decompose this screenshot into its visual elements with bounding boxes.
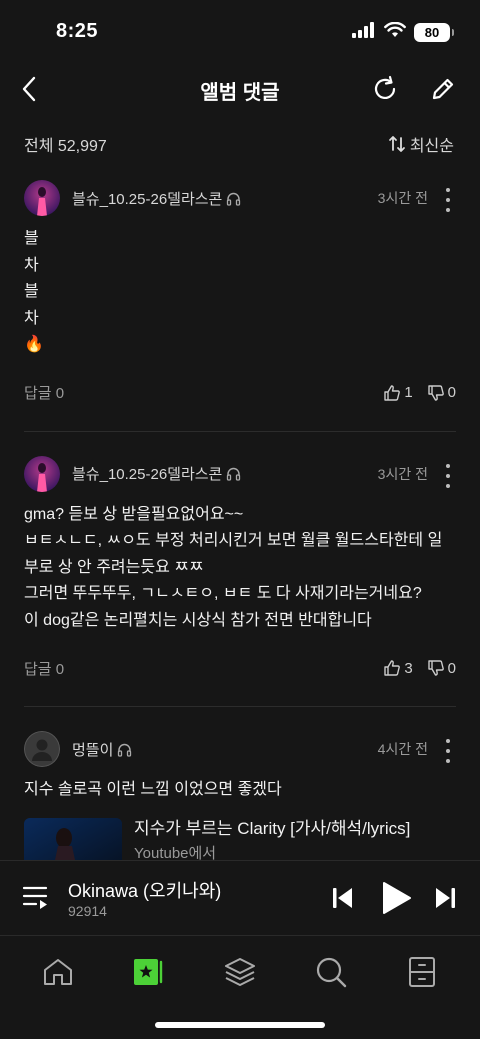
- comment-line: 차: [24, 256, 39, 274]
- home-indicator: [155, 1022, 325, 1028]
- comment-line: 블: [24, 283, 39, 300]
- sort-button[interactable]: 최신순: [388, 132, 454, 156]
- headphone-icon: [117, 742, 132, 757]
- sort-arrows-icon: [388, 136, 405, 152]
- comment-footer: 답글 0 3 0: [24, 648, 456, 688]
- write-comment-button[interactable]: [428, 74, 458, 104]
- like-count: 1: [404, 384, 413, 401]
- comment-line: 이 dog같은 논리펼치는 시상식 참가 전면 반대합니다: [24, 611, 372, 629]
- reply-button[interactable]: 답글 0: [24, 382, 64, 403]
- reply-button[interactable]: 답글 0: [24, 658, 64, 679]
- comment-header: 멍뜰이 4시간 전: [24, 731, 456, 767]
- like-button[interactable]: 1: [383, 384, 413, 402]
- comment-footer: 답글 0 1 0: [24, 373, 456, 413]
- thumbs-up-icon: [384, 384, 401, 401]
- cabinet-icon: [409, 957, 436, 987]
- refresh-button[interactable]: [370, 74, 400, 104]
- dislike-count: 0: [447, 659, 456, 677]
- comment-summary: 전체 52,997 최신순: [24, 130, 454, 158]
- default-avatar-icon: [24, 731, 60, 767]
- wifi-icon: [384, 21, 406, 43]
- nav-search[interactable]: [309, 950, 353, 994]
- next-track-icon: [436, 888, 455, 908]
- playlist-button[interactable]: [22, 885, 50, 911]
- thumbs-up-icon: [384, 660, 401, 676]
- comment-line: 부로 상 안 주려는듯요 ㅉㅉ: [24, 558, 204, 576]
- comment-time: 3시간 전: [377, 465, 428, 482]
- thumbs-down-icon: [427, 384, 444, 401]
- comment-list: 블슈_10.25-26델라스콘 3시간 전 블 차 블 차 🔥 답글 0 1 0…: [0, 166, 480, 874]
- headphone-icon: [226, 191, 241, 206]
- battery-indicator: 80: [414, 23, 454, 42]
- status-time: 8:25: [56, 20, 99, 42]
- comment-line: 지수 솔로곡 이런 느낌 이었으면 좋겠다: [24, 781, 282, 798]
- comment-line: 블: [24, 230, 39, 247]
- dislike-button[interactable]: 0: [427, 659, 456, 677]
- nav-library[interactable]: [218, 950, 262, 994]
- comment-item: 블슈_10.25-26델라스콘 3시간 전 gma? 듣보 상 받을필요없어요~…: [0, 432, 480, 707]
- dislike-count: 0: [447, 384, 456, 401]
- cellular-signal-icon: [352, 22, 376, 43]
- refresh-icon: [374, 75, 396, 100]
- sort-label: 최신순: [409, 138, 454, 155]
- bottom-navigation: [0, 937, 480, 1007]
- track-subtitle: 92914: [68, 903, 107, 919]
- track-title: Okinawa (오키나와): [68, 881, 222, 901]
- username[interactable]: 멍뜰이: [72, 739, 113, 760]
- username[interactable]: 블슈_10.25-26델라스콘: [72, 463, 222, 484]
- like-button[interactable]: 3: [383, 659, 413, 677]
- nav-more[interactable]: [400, 950, 444, 994]
- video-info: 지수가 부르는 Clarity [가사/해석/lyrics] Youtube에서: [134, 818, 410, 863]
- header: 앨범 댓글: [0, 62, 480, 116]
- nav-storage[interactable]: [127, 950, 171, 994]
- comment-total: 전체 52,997: [24, 138, 107, 155]
- status-icons: 80: [352, 21, 454, 43]
- playlist-icon: [22, 886, 48, 909]
- comment-body: gma? 듣보 상 받을필요없어요~~ ㅂㅌㅅㄴㄷ, ㅆㅇ도 부정 처리시킨거 …: [24, 502, 456, 635]
- play-button[interactable]: [380, 881, 412, 915]
- layers-icon: [224, 958, 255, 986]
- nav-home[interactable]: [36, 950, 80, 994]
- previous-track-icon: [333, 888, 352, 908]
- pencil-icon: [432, 78, 454, 100]
- comment-item: 블슈_10.25-26델라스콘 3시간 전 블 차 블 차 🔥 답글 0 1 0: [0, 166, 480, 432]
- play-icon: [383, 882, 411, 914]
- more-options-button[interactable]: [438, 188, 458, 212]
- comment-body: 지수 솔로곡 이런 느낌 이었으면 좋겠다: [24, 777, 456, 804]
- comment-line: 차: [24, 309, 39, 327]
- like-count: 3: [404, 659, 413, 677]
- thumbs-down-icon: [427, 660, 444, 676]
- comment-line: 🔥: [24, 336, 44, 353]
- comment-line: 그러면 뚜두뚜두, ㄱㄴㅅㅌㅇ, ㅂㅌ 도 다 사재기라는거네요?: [24, 585, 422, 602]
- home-icon: [43, 959, 72, 985]
- avatar[interactable]: [24, 455, 60, 492]
- comment-body: 블 차 블 차 🔥: [24, 226, 456, 359]
- comment-header: 블슈_10.25-26델라스콘 3시간 전: [24, 455, 456, 492]
- avatar[interactable]: [24, 180, 60, 216]
- comment-time: 4시간 전: [377, 741, 428, 757]
- previous-button[interactable]: [330, 885, 356, 911]
- status-bar: 8:25 80: [0, 0, 480, 62]
- video-title[interactable]: 지수가 부르는 Clarity [가사/해석/lyrics]: [134, 818, 410, 840]
- search-icon: [317, 957, 347, 988]
- more-options-button[interactable]: [438, 739, 458, 763]
- next-button[interactable]: [432, 885, 458, 911]
- more-options-button[interactable]: [438, 463, 458, 488]
- comment-time: 3시간 전: [377, 190, 428, 206]
- comment-line: gma? 듣보 상 받을필요없어요~~: [24, 505, 244, 523]
- mini-player[interactable]: Okinawa (오키나와) 92914: [0, 860, 480, 936]
- headphone-icon: [226, 466, 241, 481]
- avatar[interactable]: [24, 731, 60, 767]
- comment-item: 멍뜰이 4시간 전 지수 솔로곡 이런 느낌 이었으면 좋겠다 지수가 부르는 …: [0, 707, 480, 874]
- star-library-icon: [133, 959, 162, 985]
- comment-header: 블슈_10.25-26델라스콘 3시간 전: [24, 180, 456, 216]
- comment-line: ㅂㅌㅅㄴㄷ, ㅆㅇ도 부정 처리시킨거 보면 월클 월드스타한테 일: [24, 532, 443, 549]
- username[interactable]: 블슈_10.25-26델라스콘: [72, 188, 222, 209]
- dislike-button[interactable]: 0: [427, 384, 456, 402]
- page-title: 앨범 댓글: [200, 82, 280, 104]
